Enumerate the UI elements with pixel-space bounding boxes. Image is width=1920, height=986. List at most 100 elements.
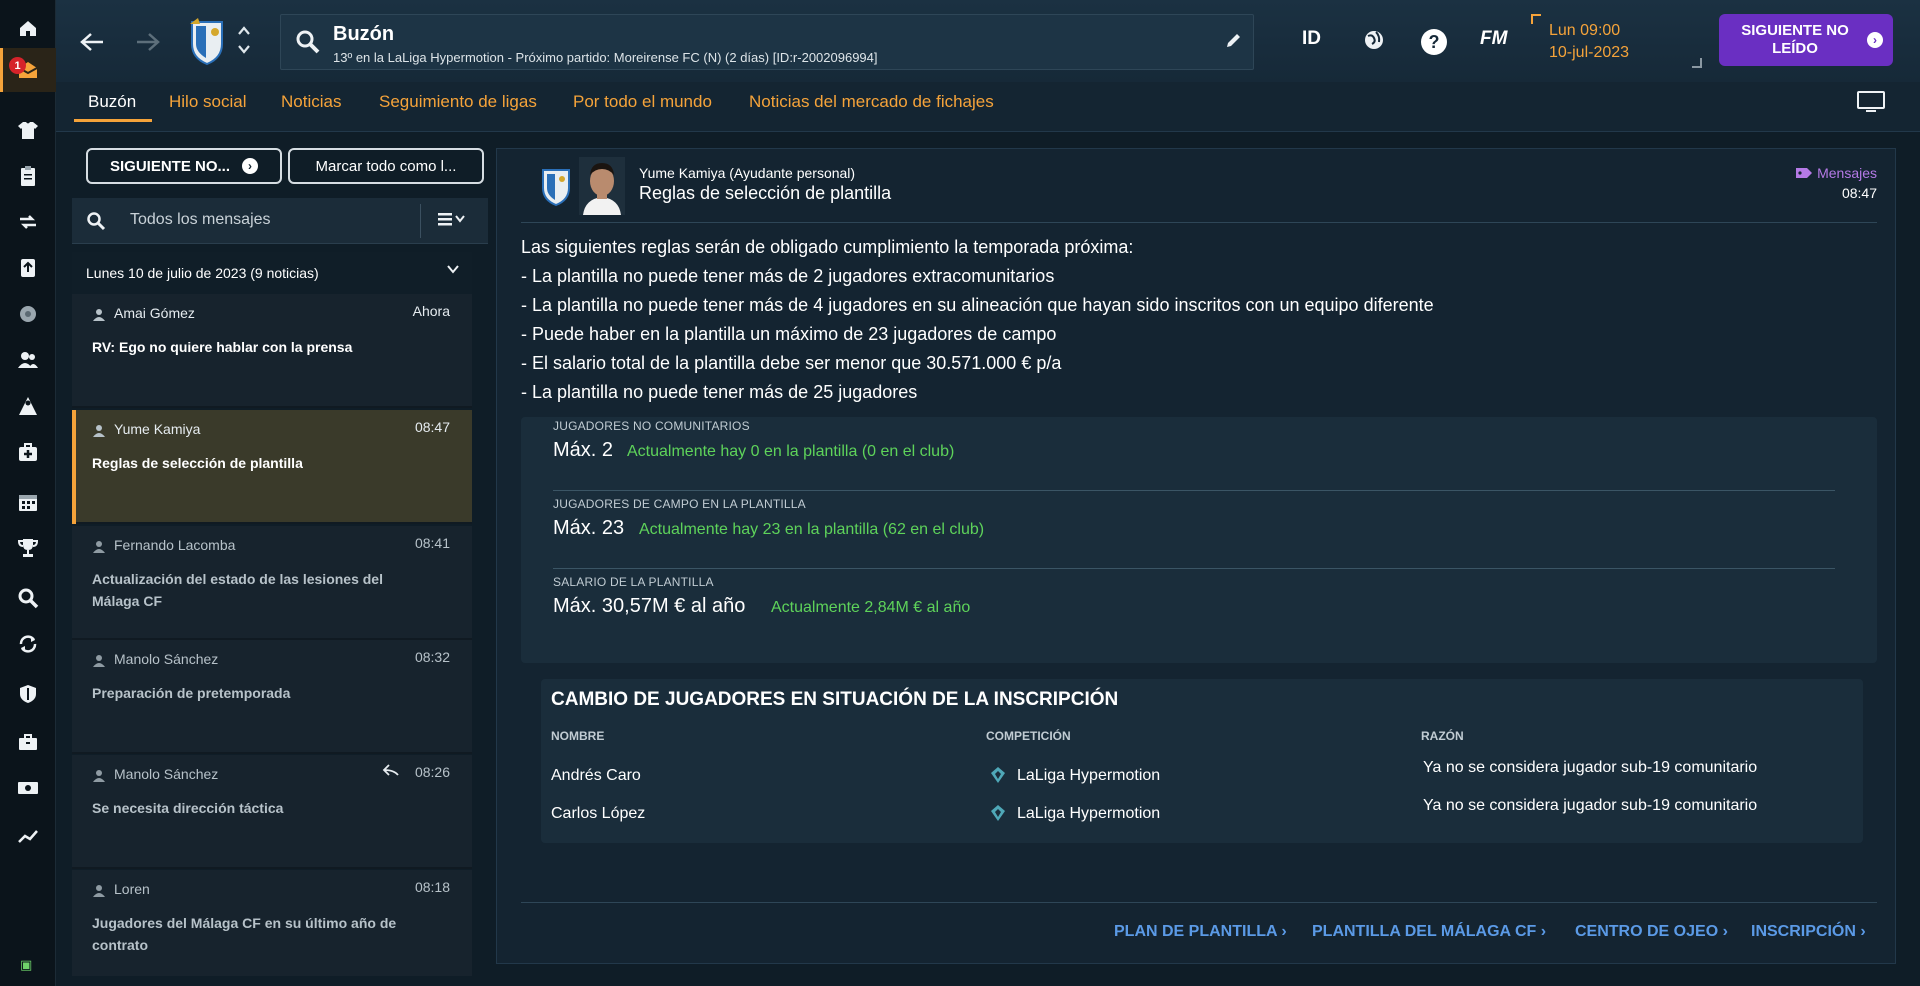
rule-non-eu: JUGADORES NO COMUNITARIOS Máx. 2 Actualm… (553, 417, 1835, 491)
column-header-name[interactable]: NOMBRE (551, 729, 604, 743)
cash-indicator-icon: ▣ (20, 958, 33, 973)
squad-planner-link[interactable]: PLAN DE PLANTILLA › (1114, 923, 1287, 941)
date-corner-decoration (1531, 14, 1541, 24)
fm-logo[interactable]: FM (1480, 28, 1507, 50)
globe-icon[interactable] (1362, 28, 1386, 52)
player-name-link[interactable]: Carlos López (551, 805, 645, 823)
replied-icon (382, 763, 400, 781)
page-search-box[interactable]: Buzón 13º en la LaLiga Hypermotion - Pró… (280, 14, 1254, 70)
chevron-down-icon (446, 262, 460, 280)
tab-transfer-news[interactable]: Noticias del mercado de fichajes (749, 92, 994, 112)
tab-inbox[interactable]: Buzón (88, 92, 136, 112)
game-date-time[interactable]: Lun 09:00 10-jul-2023 (1549, 20, 1629, 64)
message-time: Ahora (412, 303, 450, 319)
registration-changes-title: CAMBIO DE JUGADORES EN SITUACIÓN DE LA I… (551, 689, 1119, 710)
column-header-reason[interactable]: RAZÓN (1421, 729, 1464, 743)
message-time: 08:26 (414, 764, 450, 780)
transfer-icon[interactable] (0, 200, 56, 244)
avatar[interactable] (579, 157, 625, 215)
league-logo-icon (991, 767, 1005, 783)
date-group-label: Lunes 10 de julio de 2023 (9 noticias) (86, 265, 319, 281)
list-item[interactable]: Fernando Lacomba 08:41 Actualización del… (72, 526, 472, 640)
coach-icon[interactable] (0, 384, 56, 428)
column-header-competition[interactable]: COMPETICIÓN (986, 729, 1071, 743)
player-name-link[interactable]: Andrés Caro (551, 767, 641, 785)
mark-all-read-button[interactable]: Marcar todo como l... (288, 148, 484, 184)
next-unread-button[interactable]: SIGUIENTE NO LEÍDO › (1719, 14, 1893, 66)
help-icon[interactable]: ? (1421, 29, 1447, 55)
message-list: Amai Gómez Ahora RV: Ego no quiere habla… (72, 294, 472, 976)
top-bar: Buzón 13º en la LaLiga Hypermotion - Pró… (56, 0, 1920, 82)
shirt-icon[interactable] (0, 108, 56, 152)
message-body: Las siguientes reglas serán de obligado … (521, 233, 1434, 407)
competition-link[interactable]: LaLiga Hypermotion (1017, 805, 1160, 823)
rule-wage-budget: SALARIO DE LA PLANTILLA Máx. 30,57M € al… (553, 569, 1835, 647)
date-corner-decoration (1692, 58, 1702, 68)
body-line: - El salario total de la plantilla debe … (521, 353, 1062, 373)
tab-bar: Buzón Hilo social Noticias Seguimiento d… (56, 82, 1920, 132)
list-menu-icon[interactable] (438, 210, 468, 232)
link-label: CENTRO DE OJEO (1575, 923, 1719, 940)
message-category-tag[interactable]: Mensajes (1795, 165, 1877, 181)
calendar-icon[interactable] (0, 480, 56, 524)
shield-icon[interactable] (0, 672, 56, 716)
refresh-icon[interactable] (0, 622, 56, 666)
person-icon (93, 425, 105, 437)
message-category-label: Mensajes (1817, 165, 1877, 181)
message-filter[interactable]: Todos los mensajes (72, 198, 488, 244)
tab-social-feed[interactable]: Hilo social (169, 92, 246, 112)
search-icon (86, 211, 106, 231)
trophy-icon[interactable] (0, 526, 56, 570)
briefcase-icon[interactable] (0, 720, 56, 764)
rule-max: Máx. 2 (553, 439, 614, 461)
message-sender: Fernando Lacomba (114, 537, 236, 553)
message-sender[interactable]: Yume Kamiya (Ayudante personal) (639, 165, 855, 181)
message-subject: Reglas de selección de plantilla (92, 455, 303, 471)
registration-link[interactable]: INSCRIPCIÓN › (1751, 923, 1866, 941)
competition-link[interactable]: LaLiga Hypermotion (1017, 767, 1160, 785)
person-icon (93, 770, 105, 782)
list-item[interactable]: Manolo Sánchez 08:32 Preparación de pret… (72, 640, 472, 754)
list-item[interactable]: Yume Kamiya 08:47 Reglas de selección de… (72, 410, 472, 524)
reason-text: Ya no se considera jugador sub-19 comuni… (1423, 797, 1758, 814)
id-button[interactable]: ID (1302, 28, 1321, 50)
tab-league-tracking[interactable]: Seguimiento de ligas (379, 92, 537, 112)
list-item[interactable]: Amai Gómez Ahora RV: Ego no quiere habla… (72, 294, 472, 408)
tag-icon (1796, 168, 1813, 178)
list-item[interactable]: Manolo Sánchez 08:26 Se necesita direcci… (72, 755, 472, 869)
list-item[interactable]: Loren 08:18 Jugadores del Málaga CF en s… (72, 870, 472, 976)
people-icon[interactable] (0, 338, 56, 382)
back-button[interactable] (74, 24, 110, 60)
chart-icon[interactable] (0, 814, 56, 858)
link-label: PLAN DE PLANTILLA (1114, 923, 1277, 940)
scouting-centre-link[interactable]: CENTRO DE OJEO › (1575, 923, 1728, 941)
rule-current: Actualmente hay 0 en la plantilla (0 en … (627, 443, 955, 460)
monitor-icon[interactable] (1856, 90, 1886, 114)
date-group-header[interactable]: Lunes 10 de julio de 2023 (9 noticias) (72, 252, 472, 294)
club-switch-arrows[interactable] (237, 22, 251, 63)
ball-icon[interactable] (0, 292, 56, 336)
malaga-squad-link[interactable]: PLANTILLA DEL MÁLAGA CF › (1312, 923, 1546, 941)
next-unread-small-button[interactable]: SIGUIENTE NO... › (86, 148, 282, 184)
message-header: Yume Kamiya (Ayudante personal) Reglas d… (521, 157, 1877, 223)
active-tab-indicator (74, 119, 152, 122)
club-crest-icon (539, 167, 573, 207)
club-crest-icon[interactable] (186, 18, 228, 66)
edit-icon[interactable] (1224, 30, 1244, 50)
inbox-icon[interactable] (0, 48, 56, 92)
tab-around-the-world[interactable]: Por todo el mundo (573, 92, 712, 112)
tab-news[interactable]: Noticias (281, 92, 341, 112)
upload-icon[interactable] (0, 246, 56, 290)
league-logo-icon (991, 805, 1005, 821)
person-icon (93, 885, 105, 897)
person-icon (93, 541, 105, 553)
medical-icon[interactable] (0, 430, 56, 474)
home-icon[interactable] (0, 6, 56, 50)
clipboard-icon[interactable] (0, 154, 56, 198)
scouting-search-icon[interactable] (0, 576, 56, 620)
money-icon[interactable] (0, 766, 56, 810)
body-line: - Puede haber en la plantilla un máximo … (521, 324, 1057, 344)
message-subject: Preparación de pretemporada (92, 685, 291, 701)
forward-button[interactable] (130, 24, 166, 60)
rule-max: Máx. 23 (553, 517, 625, 539)
